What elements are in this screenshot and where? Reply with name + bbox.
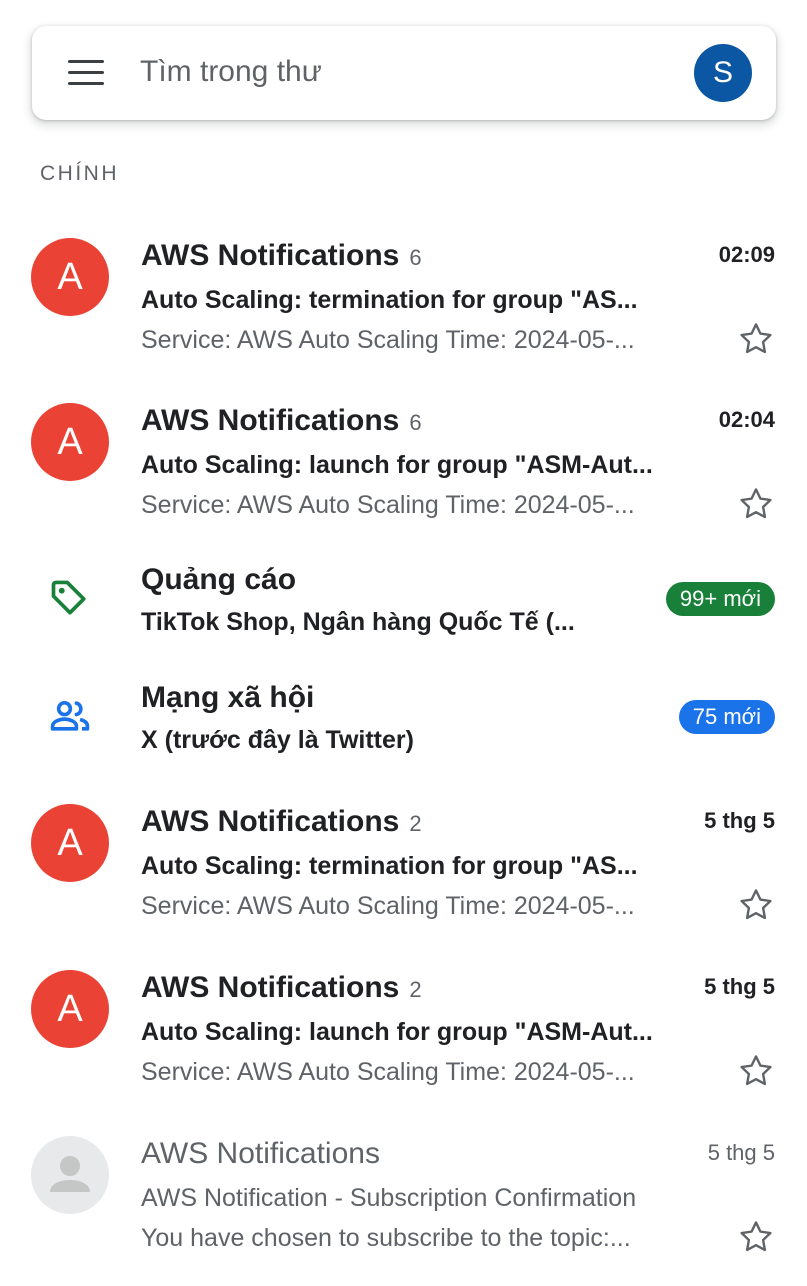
category-promotions[interactable]: Quảng cáo TikTok Shop, Ngân hàng Quốc Tế… [0,562,807,662]
sender-avatar: A [31,403,109,481]
new-count-badge: 75 mới [678,700,775,734]
sender-avatar: A [31,804,109,882]
category-title: Quảng cáo [141,563,297,596]
thread-count: 6 [409,410,422,435]
star-icon[interactable] [737,485,775,523]
search-input[interactable]: Tìm trong thư [140,54,322,90]
email-row[interactable]: A AWS Notifications 2 5 thg 5 Auto Scalin… [0,804,807,954]
email-subject: Auto Scaling: launch for group "ASM-Aut.… [141,1018,653,1046]
sender-name: AWS Notifications 2 [141,971,422,1004]
star-icon[interactable] [737,886,775,924]
account-avatar[interactable]: S [694,44,752,102]
section-label: CHÍNH [40,162,119,185]
sender-avatar: A [31,970,109,1048]
email-time: 02:04 [718,407,775,432]
email-subject: Auto Scaling: termination for group "AS.… [141,852,638,880]
email-snippet: Service: AWS Auto Scaling Time: 2024-05-… [141,326,635,354]
thread-count: 2 [409,977,422,1002]
email-subject: AWS Notification - Subscription Confirma… [141,1184,637,1212]
category-social[interactable]: Mạng xã hội X (trước đây là Twitter) 75 … [0,680,807,780]
email-subject: Auto Scaling: termination for group "AS.… [141,286,638,314]
default-avatar [31,1136,109,1214]
sender-name: AWS Notifications [141,1137,380,1170]
tag-icon [51,580,86,615]
star-icon[interactable] [737,1218,775,1256]
email-subject: Auto Scaling: launch for group "ASM-Aut.… [141,451,653,479]
email-row[interactable]: AWS Notifications 5 thg 5 AWS Notificati… [0,1136,807,1286]
new-count-badge: 99+ mới [665,582,775,616]
thread-count: 6 [409,245,422,270]
email-snippet: Service: AWS Auto Scaling Time: 2024-05-… [141,491,635,519]
person-icon [50,1156,90,1192]
menu-icon[interactable] [68,60,104,86]
email-time: 5 thg 5 [704,808,775,833]
email-row[interactable]: A AWS Notifications 2 5 thg 5 Auto Scalin… [0,970,807,1120]
thread-count: 2 [409,811,422,836]
sender-name: AWS Notifications 6 [141,404,422,437]
email-snippet: Service: AWS Auto Scaling Time: 2024-05-… [141,1058,635,1086]
email-time: 02:09 [718,242,775,267]
people-icon [50,700,90,731]
category-senders: TikTok Shop, Ngân hàng Quốc Tế (... [141,608,575,636]
category-title: Mạng xã hội [141,681,315,714]
search-bar[interactable]: Tìm trong thư S [32,26,776,120]
sender-name: AWS Notifications 2 [141,805,422,838]
star-icon[interactable] [737,1052,775,1090]
email-row[interactable]: A AWS Notifications 6 02:09 Auto Scaling:… [0,238,807,388]
star-icon[interactable] [737,320,775,358]
email-snippet: Service: AWS Auto Scaling Time: 2024-05-… [141,892,635,920]
email-time: 5 thg 5 [704,974,775,999]
category-senders: X (trước đây là Twitter) [141,726,414,754]
sender-avatar: A [31,238,109,316]
sender-name: AWS Notifications 6 [141,239,422,272]
email-row[interactable]: A AWS Notifications 6 02:04 Auto Scaling:… [0,403,807,553]
email-time: 5 thg 5 [707,1140,775,1165]
email-snippet: You have chosen to subscribe to the topi… [141,1224,631,1252]
